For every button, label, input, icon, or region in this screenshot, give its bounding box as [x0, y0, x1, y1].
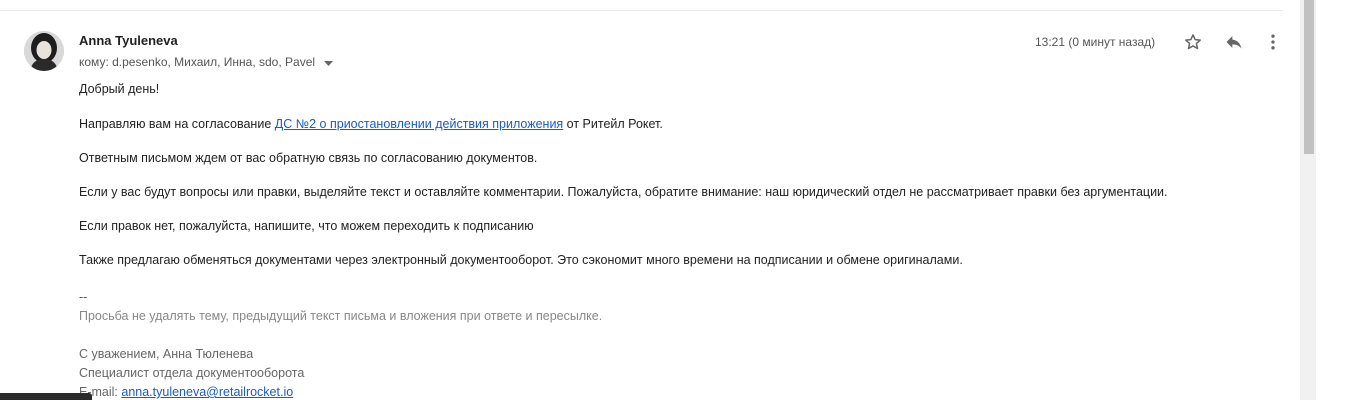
signature-separator: --	[79, 290, 88, 304]
scrollbar-thumb[interactable]	[1304, 0, 1314, 154]
greeting: Добрый день!	[79, 82, 160, 96]
document-link[interactable]: ДС №2 о приостановлении действия приложе…	[275, 117, 563, 131]
body-paragraph-2: Ответным письмом ждем от вас обратную св…	[79, 151, 538, 165]
signature-email: E-mail: anna.tyuleneva@retailrocket.io	[79, 385, 293, 399]
signature-regards: С уважением, Анна Тюленева	[79, 347, 254, 361]
chevron-down-icon[interactable]	[324, 56, 334, 70]
p1-text-after: от Ритейл Рокет.	[563, 117, 663, 131]
star-icon[interactable]	[1182, 31, 1204, 53]
avatar-image	[24, 31, 64, 71]
signature-position: Специалист отдела документооборота	[79, 366, 305, 380]
email-link[interactable]: anna.tyuleneva@retailrocket.io	[121, 385, 293, 399]
message-timestamp: 13:21 (0 минут назад)	[1035, 35, 1156, 49]
body-paragraph-3: Если у вас будут вопросы или правки, выд…	[79, 185, 1168, 199]
signature-notice: Просьба не удалять тему, предыдущий текс…	[79, 309, 603, 323]
page-margin	[1316, 0, 1355, 400]
p1-text-before: Направляю вам на согласование	[79, 117, 275, 131]
body-paragraph-5: Также предлагаю обменяться документами ч…	[79, 253, 963, 267]
reply-icon[interactable]	[1223, 31, 1245, 53]
recipients-list: d.pesenko, Михаил, Инна, sdo, Pavel	[112, 55, 316, 69]
sender-name[interactable]: Anna Tyuleneva	[79, 33, 178, 48]
sender-avatar[interactable]	[24, 31, 64, 71]
header-divider	[0, 10, 1283, 11]
more-vert-icon[interactable]	[1262, 31, 1284, 53]
body-paragraph-4: Если правок нет, пожалуйста, напишите, ч…	[79, 219, 534, 233]
bottom-overlay-bar	[0, 393, 92, 400]
recipients-line: кому: d.pesenko, Михаил, Инна, sdo, Pave…	[79, 55, 334, 70]
body-paragraph-1: Направляю вам на согласование ДС №2 о пр…	[79, 117, 663, 131]
recipients-prefix: кому:	[79, 55, 109, 69]
